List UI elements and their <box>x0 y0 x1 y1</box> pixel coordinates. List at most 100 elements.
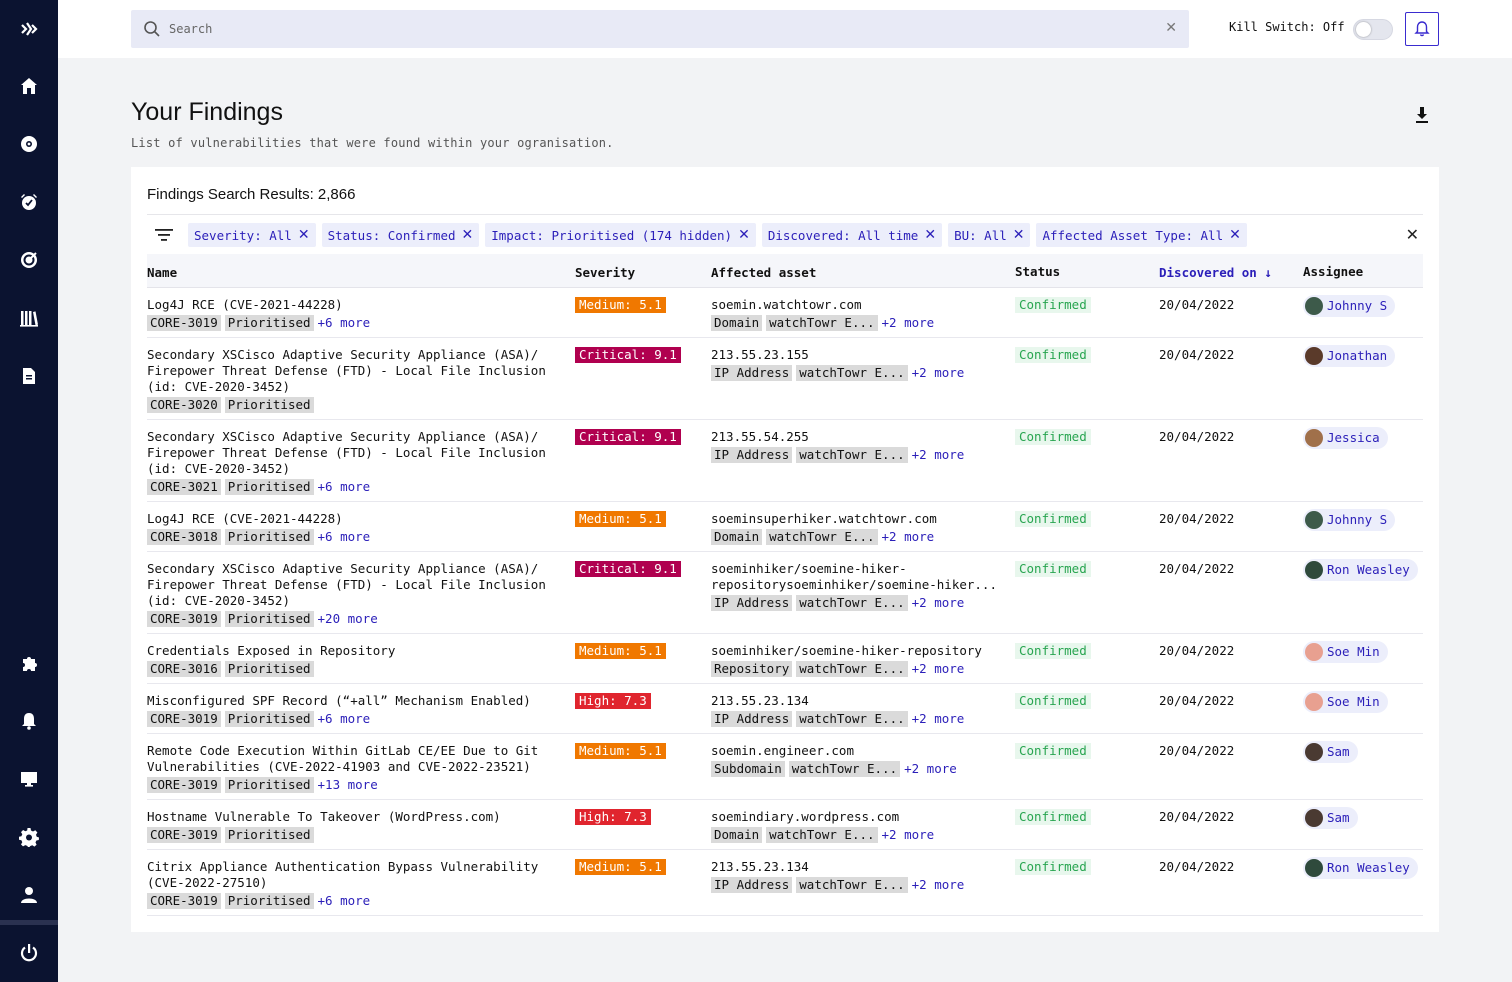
avatar <box>1305 743 1323 761</box>
home-icon[interactable] <box>0 71 58 101</box>
asset-name[interactable]: 213.55.23.134 <box>711 693 1001 709</box>
remove-filter-icon[interactable]: ✕ <box>298 227 310 243</box>
finding-name[interactable]: Citrix Appliance Authentication Bypass V… <box>147 859 557 891</box>
filter-chip[interactable]: Impact: Prioritised (174 hidden) ✕ <box>485 223 756 247</box>
assignee-chip[interactable]: Johnny S <box>1303 509 1396 531</box>
finding-name[interactable]: Misconfigured SPF Record (“+all” Mechani… <box>147 693 557 709</box>
assignee-chip[interactable]: Soe Min <box>1303 641 1388 663</box>
gear-icon[interactable] <box>0 822 58 852</box>
more-assets-link[interactable]: +2 more <box>882 827 935 843</box>
table-row[interactable]: Secondary XSCisco Adaptive Security Appl… <box>147 338 1423 420</box>
assignee-chip[interactable]: Ron Weasley <box>1303 559 1418 581</box>
filter-chip[interactable]: Affected Asset Type: All ✕ <box>1036 223 1247 247</box>
asset-name[interactable]: 213.55.54.255 <box>711 429 1001 445</box>
table-row[interactable]: Secondary XSCisco Adaptive Security Appl… <box>147 420 1423 502</box>
finding-name[interactable]: Secondary XSCisco Adaptive Security Appl… <box>147 429 557 477</box>
filter-icon[interactable] <box>155 227 173 243</box>
col-affected-asset[interactable]: Affected asset <box>711 265 816 280</box>
search-input[interactable] <box>169 22 1129 36</box>
table-row[interactable]: Log4J RCE (CVE-2021-44228) CORE-3019 Prior… <box>147 288 1423 338</box>
more-assets-link[interactable]: +2 more <box>904 761 957 777</box>
remove-filter-icon[interactable]: ✕ <box>1013 227 1025 243</box>
search-bar[interactable]: ✕ <box>131 10 1189 48</box>
kill-switch-toggle[interactable] <box>1353 19 1393 40</box>
remove-filter-icon[interactable]: ✕ <box>738 227 750 243</box>
finding-name[interactable]: Hostname Vulnerable To Takeover (WordPre… <box>147 809 557 825</box>
user-icon[interactable] <box>0 880 58 910</box>
notifications-button[interactable] <box>1405 12 1439 46</box>
col-discovered-on[interactable]: Discovered on ↓ <box>1159 265 1272 280</box>
col-name[interactable]: Name <box>147 265 177 280</box>
finding-name[interactable]: Remote Code Execution Within GitLab CE/E… <box>147 743 557 775</box>
more-tags-link[interactable]: +6 more <box>318 893 371 909</box>
filter-chip[interactable]: Discovered: All time ✕ <box>761 223 943 247</box>
finding-name[interactable]: Secondary XSCisco Adaptive Security Appl… <box>147 561 557 609</box>
finding-tags: CORE-3019 Prioritised +6 more <box>147 893 557 909</box>
asset-name[interactable]: soemin.engineer.com <box>711 743 1001 759</box>
assignee-chip[interactable]: Jessica <box>1303 427 1388 449</box>
more-assets-link[interactable]: +2 more <box>912 877 965 893</box>
alarm-icon[interactable] <box>0 187 58 217</box>
asset-name[interactable]: soeminhiker/soemine-hiker-repository <box>711 643 1001 659</box>
more-assets-link[interactable]: +2 more <box>882 529 935 545</box>
more-assets-link[interactable]: +2 more <box>912 447 965 463</box>
more-tags-link[interactable]: +6 more <box>318 711 371 727</box>
finding-name[interactable]: Secondary XSCisco Adaptive Security Appl… <box>147 347 557 395</box>
avatar <box>1305 859 1323 877</box>
assignee-chip[interactable]: Jonathan <box>1303 345 1396 367</box>
table-row[interactable]: Remote Code Execution Within GitLab CE/E… <box>147 734 1423 800</box>
finding-name[interactable]: Log4J RCE (CVE-2021-44228) <box>147 511 557 527</box>
assignee-chip[interactable]: Johnny S <box>1303 295 1396 317</box>
table-row[interactable]: Hostname Vulnerable To Takeover (WordPre… <box>147 800 1423 850</box>
library-icon[interactable] <box>0 303 58 333</box>
table-row[interactable]: Misconfigured SPF Record (“+all” Mechani… <box>147 684 1423 734</box>
more-assets-link[interactable]: +2 more <box>912 711 965 727</box>
asset-owner-tag: watchTowr E... <box>796 365 908 381</box>
more-assets-link[interactable]: +2 more <box>912 365 965 381</box>
remove-filter-icon[interactable]: ✕ <box>924 227 936 243</box>
more-tags-link[interactable]: +20 more <box>318 611 378 627</box>
more-assets-link[interactable]: +2 more <box>912 661 965 677</box>
puzzle-icon[interactable] <box>0 648 58 678</box>
remove-filter-icon[interactable]: ✕ <box>462 227 474 243</box>
filter-chip[interactable]: BU: All ✕ <box>948 223 1031 247</box>
filter-chip[interactable]: Severity: All ✕ <box>188 223 316 247</box>
logo-icon[interactable] <box>0 14 58 44</box>
asset-name[interactable]: soemin.watchtowr.com <box>711 297 1001 313</box>
table-row[interactable]: Secondary XSCisco Adaptive Security Appl… <box>147 552 1423 634</box>
more-tags-link[interactable]: +6 more <box>318 479 371 495</box>
asset-name[interactable]: soeminsuperhiker.watchtowr.com <box>711 511 1001 527</box>
more-tags-link[interactable]: +6 more <box>318 315 371 331</box>
asset-name[interactable]: 213.55.23.155 <box>711 347 1001 363</box>
assignee-chip[interactable]: Ron Weasley <box>1303 857 1418 879</box>
eye-icon[interactable] <box>0 129 58 159</box>
power-icon[interactable] <box>0 938 58 968</box>
target-icon[interactable] <box>0 245 58 275</box>
asset-name[interactable]: 213.55.23.134 <box>711 859 1001 875</box>
download-icon[interactable] <box>1412 105 1432 125</box>
col-status[interactable]: Status <box>1015 264 1060 279</box>
assignee-chip[interactable]: Sam <box>1303 741 1358 763</box>
assignee-chip[interactable]: Sam <box>1303 807 1358 829</box>
more-tags-link[interactable]: +6 more <box>318 529 371 545</box>
assignee-chip[interactable]: Soe Min <box>1303 691 1388 713</box>
table-row[interactable]: Citrix Appliance Authentication Bypass V… <box>147 850 1423 916</box>
clear-filters-icon[interactable]: ✕ <box>1406 225 1419 244</box>
remove-filter-icon[interactable]: ✕ <box>1229 227 1241 243</box>
col-severity[interactable]: Severity <box>575 265 635 280</box>
more-tags-link[interactable]: +13 more <box>318 777 378 793</box>
asset-name[interactable]: soemindiary.wordpress.com <box>711 809 1001 825</box>
finding-name[interactable]: Credentials Exposed in Repository <box>147 643 557 659</box>
filter-chip[interactable]: Status: Confirmed ✕ <box>321 223 480 247</box>
bell-icon[interactable] <box>0 706 58 736</box>
asset-name[interactable]: soeminhiker/soemine-hiker-repositorysoem… <box>711 561 1001 593</box>
finding-name[interactable]: Log4J RCE (CVE-2021-44228) <box>147 297 557 313</box>
document-icon[interactable] <box>0 361 58 391</box>
monitor-icon[interactable] <box>0 764 58 794</box>
col-assignee[interactable]: Assignee <box>1303 264 1363 279</box>
table-row[interactable]: Log4J RCE (CVE-2021-44228) CORE-3018 Prior… <box>147 502 1423 552</box>
clear-search-icon[interactable]: ✕ <box>1165 20 1177 36</box>
more-assets-link[interactable]: +2 more <box>882 315 935 331</box>
table-row[interactable]: Credentials Exposed in Repository CORE-30… <box>147 634 1423 684</box>
more-assets-link[interactable]: +2 more <box>912 595 965 611</box>
